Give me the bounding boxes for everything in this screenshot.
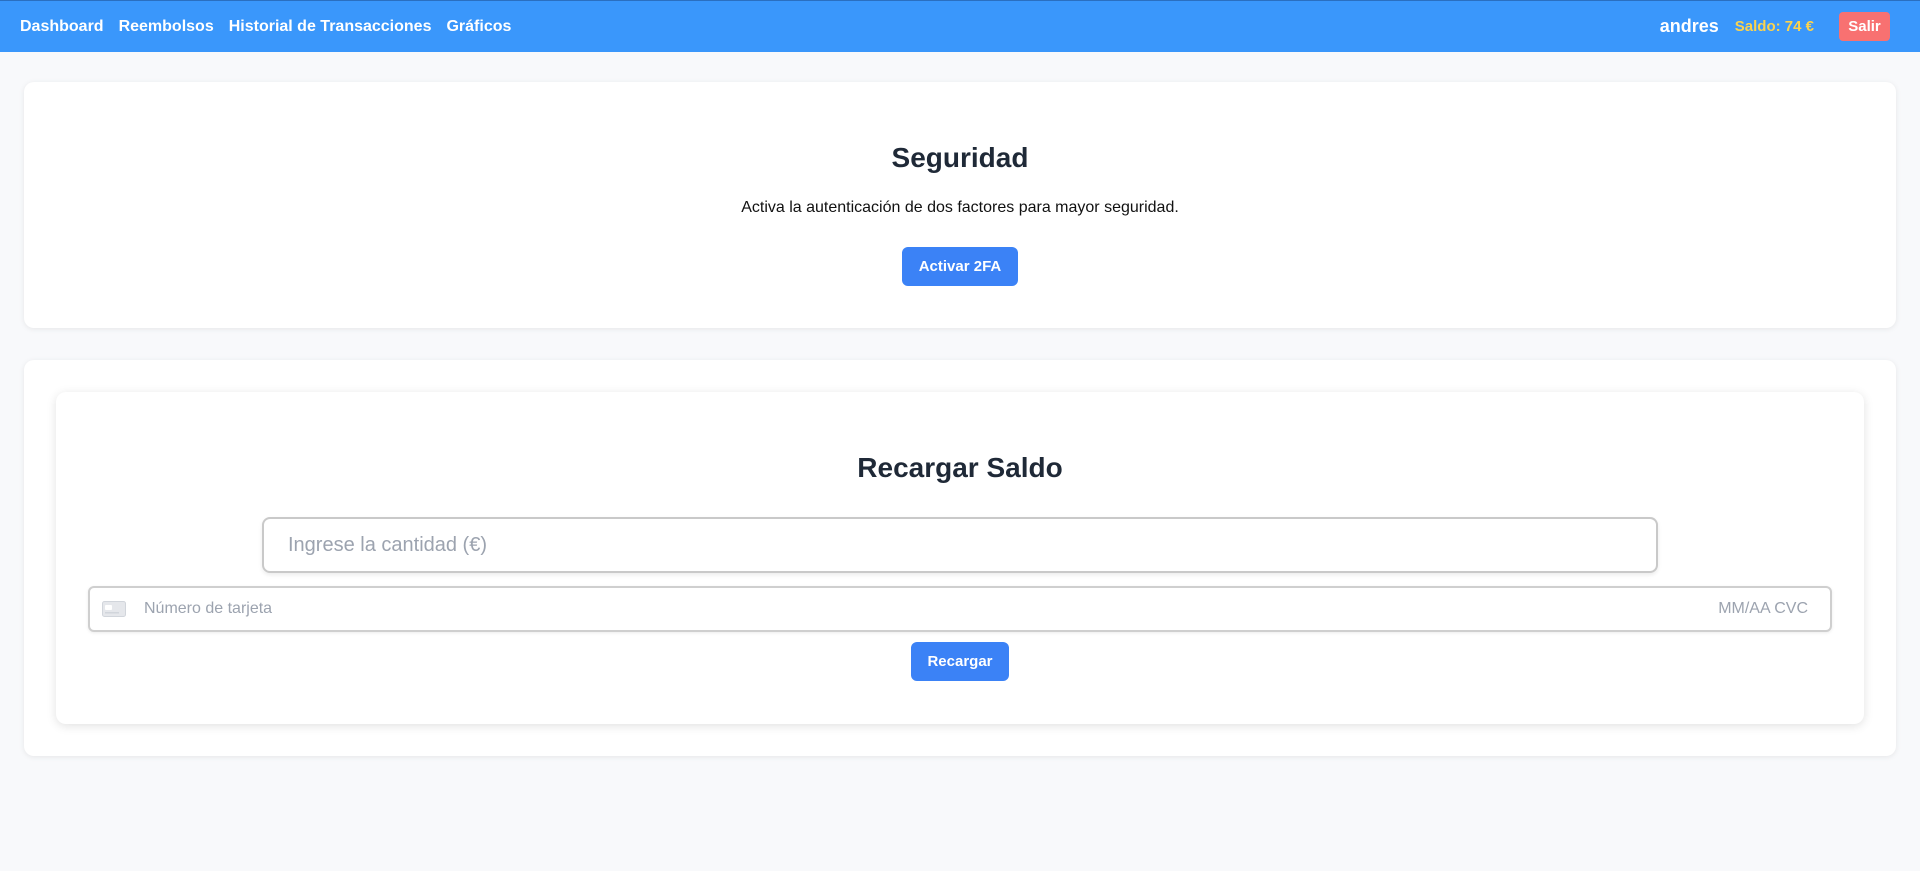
username: andres — [1659, 16, 1719, 36]
credit-card-icon — [102, 601, 126, 617]
card-number-placeholder[interactable]: Número de tarjeta — [144, 600, 1718, 618]
security-title: Seguridad — [891, 142, 1029, 173]
nav-link-reembolsos[interactable]: Reembolsos — [119, 18, 214, 36]
nav-user-area: andres Saldo: 74 € Salir — [1660, 12, 1900, 41]
recharge-button[interactable]: Recargar — [911, 642, 1009, 681]
nav-link-dashboard[interactable]: Dashboard — [20, 18, 104, 36]
nav-link-graficos[interactable]: Gráficos — [446, 18, 511, 36]
nav-links: Dashboard Reembolsos Historial de Transa… — [20, 18, 511, 36]
logout-button[interactable]: Salir — [1839, 12, 1890, 41]
amount-input[interactable] — [262, 517, 1658, 573]
card-expiry-cvc-placeholder[interactable]: MM/AA CVC — [1718, 600, 1808, 618]
recharge-card: Recargar Saldo Número de tarjeta MM/AA C… — [56, 392, 1864, 724]
nav-link-historial[interactable]: Historial de Transacciones — [229, 18, 432, 36]
security-description: Activa la autenticación de dos factores … — [741, 199, 1179, 216]
card-input-field[interactable]: Número de tarjeta MM/AA CVC — [88, 586, 1832, 632]
balance-display: Saldo: 74 € — [1734, 18, 1814, 35]
activate-2fa-button[interactable]: Activar 2FA — [902, 247, 1018, 286]
security-card: Seguridad Activa la autenticación de dos… — [24, 82, 1896, 328]
recharge-section: Recargar Saldo Número de tarjeta MM/AA C… — [24, 360, 1896, 756]
recharge-title: Recargar Saldo — [857, 452, 1063, 483]
top-navbar: Dashboard Reembolsos Historial de Transa… — [0, 0, 1920, 52]
